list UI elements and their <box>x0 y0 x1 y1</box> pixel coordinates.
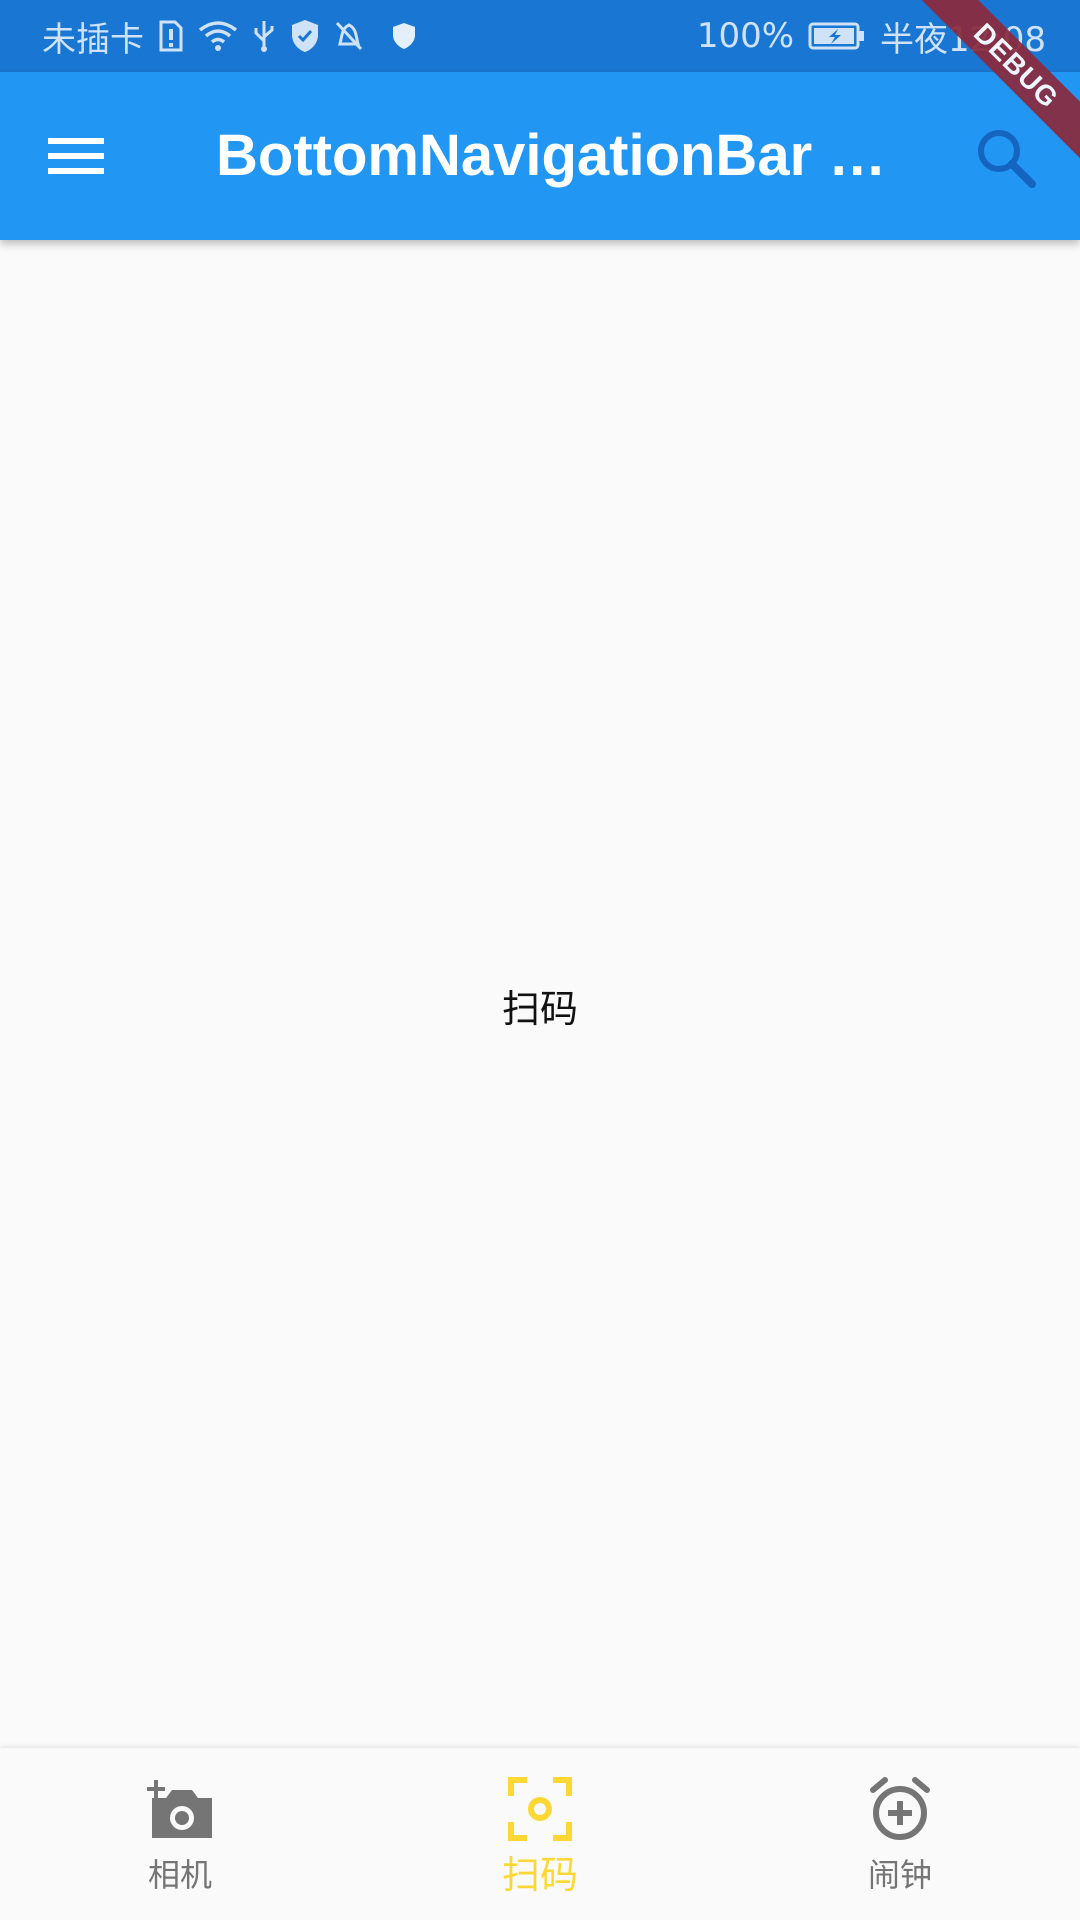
status-left: 未插卡 <box>42 12 416 61</box>
search-icon <box>978 130 1036 188</box>
battery-percent: 100% <box>696 16 795 56</box>
nav-item-camera[interactable]: 相机 <box>0 1748 360 1920</box>
add-camera-icon <box>147 1780 212 1838</box>
carrier-label: 未插卡 <box>42 19 144 60</box>
nav-label-alarm: 闹钟 <box>867 1856 932 1894</box>
menu-button[interactable] <box>48 128 120 184</box>
app-bar: BottomNavigationBar … <box>0 72 1080 240</box>
nav-item-scan[interactable]: 扫码 <box>360 1748 720 1920</box>
shield-check-icon <box>290 19 320 53</box>
status-bar: 未插卡 100% 半夜12:08 <box>0 0 1080 72</box>
sim-alert-icon <box>158 20 184 52</box>
page-content-text: 扫码 <box>501 987 578 1031</box>
scan-icon <box>508 1777 572 1841</box>
notification-off-icon <box>334 20 364 52</box>
usb-icon <box>252 19 276 53</box>
search-button[interactable] <box>974 126 1038 190</box>
nav-item-alarm[interactable]: 闹钟 <box>720 1748 1080 1920</box>
bottom-navigation-bar: 相机 扫码 闹钟 <box>0 1748 1080 1920</box>
menu-icon <box>48 138 104 174</box>
page-title: BottomNavigationBar … <box>216 123 887 188</box>
nav-label-scan: 扫码 <box>501 1853 578 1897</box>
battery-charging-icon <box>808 21 866 51</box>
main-content: 扫码 <box>0 240 1080 1748</box>
nav-label-camera: 相机 <box>147 1856 212 1894</box>
add-alarm-icon <box>870 1777 930 1840</box>
vpn-shield-icon <box>392 22 416 50</box>
wifi-icon <box>198 20 238 52</box>
